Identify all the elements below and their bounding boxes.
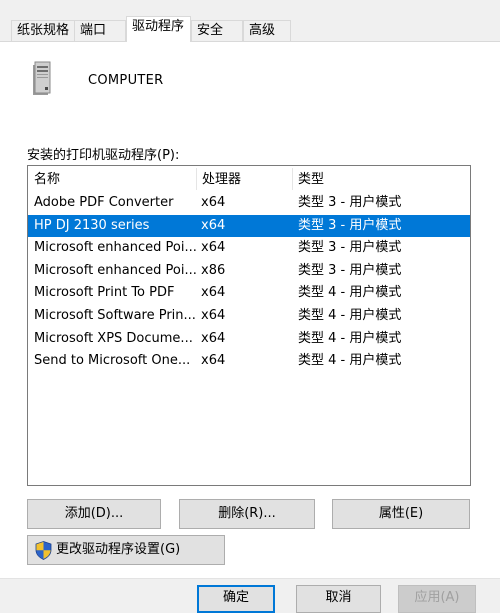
tab-label: 纸张规格 (17, 23, 70, 38)
tab-label: 高级 (249, 23, 276, 38)
driver-type: 类型 3 - 用户模式 (298, 240, 402, 256)
list-item[interactable]: Adobe PDF Converter x64 类型 3 - 用户模式 (28, 192, 470, 215)
driver-processor: x64 (201, 307, 226, 323)
driver-processor: x64 (201, 353, 226, 369)
cancel-button[interactable]: 取消 (296, 585, 381, 613)
add-driver-button[interactable]: 添加(D)... (27, 499, 161, 529)
column-header-name[interactable]: 名称 (28, 170, 196, 190)
driver-name: Microsoft enhanced Poi... (34, 240, 196, 256)
driver-name: HP DJ 2130 series (34, 217, 150, 233)
tab-label: 安全 (197, 23, 224, 38)
driver-processor: x64 (201, 195, 226, 210)
tab-security[interactable]: 安全 (191, 20, 243, 41)
driver-processor: x64 (201, 217, 226, 233)
apply-button[interactable]: 应用(A) (398, 585, 476, 613)
tab-label: 驱动程序 (132, 19, 185, 34)
list-item[interactable]: Microsoft Software Prin... x64 类型 4 - 用户… (28, 305, 470, 328)
tab-label: 端口 (80, 23, 107, 38)
installed-drivers-label: 安装的打印机驱动程序(P): (27, 148, 180, 163)
driver-name: Microsoft Software Prin... (34, 307, 196, 323)
driver-processor: x64 (201, 285, 226, 301)
ok-button[interactable]: 确定 (197, 585, 275, 613)
list-item[interactable]: Microsoft Print To PDF x64 类型 4 - 用户模式 (28, 282, 470, 305)
driver-processor: x86 (201, 262, 226, 278)
driver-type: 类型 4 - 用户模式 (298, 307, 402, 323)
driver-processor: x64 (201, 330, 226, 346)
tab-ports[interactable]: 端口 (74, 20, 126, 41)
driver-list[interactable]: 名称 处理器 类型 Adobe PDF Converter x64 类型 3 -… (27, 165, 471, 486)
computer-name: COMPUTER (88, 73, 164, 88)
driver-name: Send to Microsoft One... (34, 353, 191, 369)
list-item-selected[interactable]: HP DJ 2130 series x64 类型 3 - 用户模式 (28, 214, 470, 238)
tab-bar: 纸张规格 端口 驱动程序 安全 高级 (0, 0, 500, 42)
list-item[interactable]: Microsoft enhanced Poi... x86 类型 3 - 用户模… (28, 260, 470, 283)
driver-type: 类型 4 - 用户模式 (298, 353, 402, 369)
driver-type: 类型 3 - 用户模式 (298, 217, 402, 233)
tab-driver[interactable]: 驱动程序 (126, 16, 191, 42)
driver-type: 类型 4 - 用户模式 (298, 330, 402, 346)
driver-name: Microsoft Print To PDF (34, 285, 175, 301)
driver-type: 类型 3 - 用户模式 (298, 195, 402, 210)
driver-name: Microsoft enhanced Poi... (34, 262, 196, 278)
change-driver-settings-button[interactable]: 更改驱动程序设置(G) (27, 535, 225, 565)
driver-name: Adobe PDF Converter (34, 195, 174, 210)
driver-processor: x64 (201, 240, 226, 256)
driver-type: 类型 4 - 用户模式 (298, 285, 402, 301)
list-header: 名称 处理器 类型 (28, 166, 470, 192)
driver-properties-button[interactable]: 属性(E) (332, 499, 470, 529)
list-rows: Adobe PDF Converter x64 类型 3 - 用户模式 HP D… (28, 192, 470, 373)
list-item[interactable]: Microsoft enhanced Poi... x64 类型 3 - 用户模… (28, 237, 470, 260)
computer-tower-icon (33, 61, 51, 95)
list-item[interactable]: Send to Microsoft One... x64 类型 4 - 用户模式 (28, 350, 470, 373)
uac-shield-icon (35, 541, 52, 560)
remove-driver-button[interactable]: 删除(R)... (179, 499, 315, 529)
driver-name: Microsoft XPS Docume... (34, 330, 193, 346)
driver-type: 类型 3 - 用户模式 (298, 262, 402, 278)
change-driver-settings-label: 更改驱动程序设置(G) (56, 542, 181, 557)
tab-paper-size[interactable]: 纸张规格 (11, 20, 75, 41)
column-header-type[interactable]: 类型 (292, 170, 470, 190)
tab-advanced[interactable]: 高级 (243, 20, 291, 41)
list-item[interactable]: Microsoft XPS Docume... x64 类型 4 - 用户模式 (28, 328, 470, 351)
column-header-processor[interactable]: 处理器 (196, 170, 292, 190)
